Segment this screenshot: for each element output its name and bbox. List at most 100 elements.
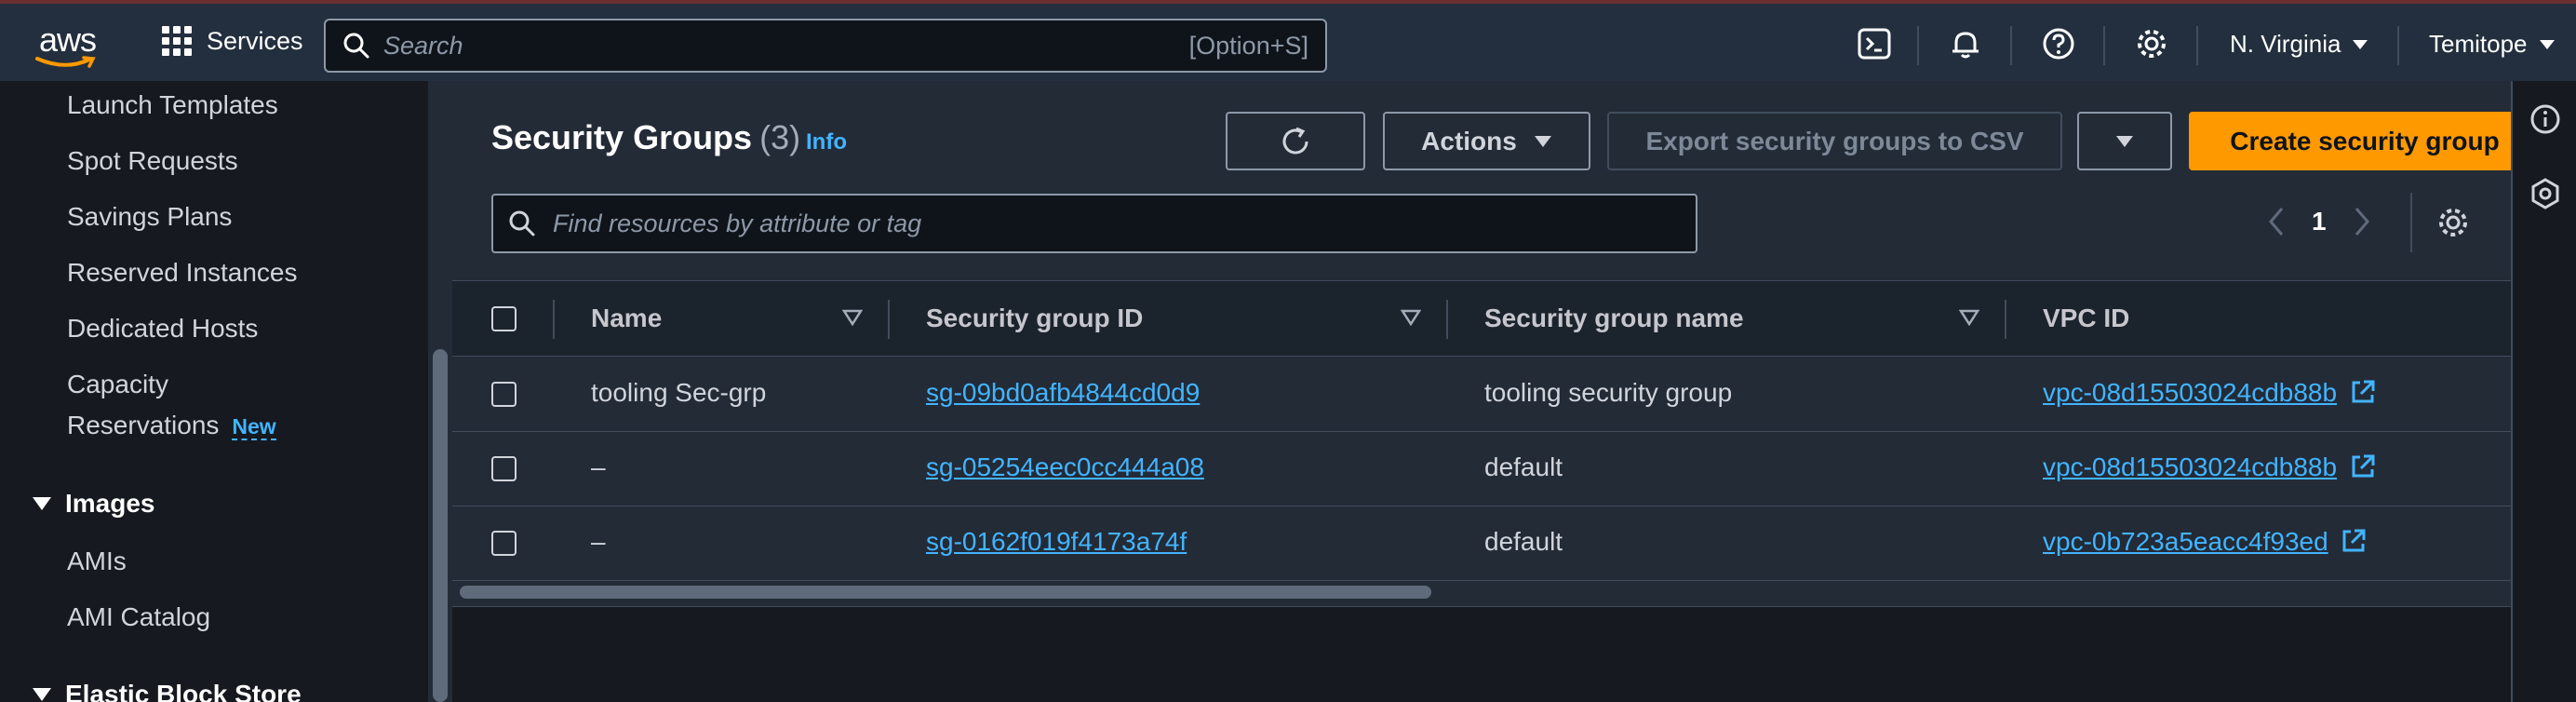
table-row[interactable]: – sg-05254eec0cc444a08 default vpc-08d15… (452, 432, 2511, 506)
export-csv-button[interactable]: Export security groups to CSV (1607, 112, 2062, 170)
sidebar-item-dedicated-hosts[interactable]: Dedicated Hosts (67, 314, 258, 344)
external-link-icon[interactable] (2341, 528, 2367, 554)
info-panel-icon[interactable] (2529, 103, 2561, 140)
main-content: Security Groups (3) Info Actions Export s… (452, 81, 2541, 702)
actions-label: Actions (1421, 126, 1517, 155)
row-checkbox[interactable] (491, 456, 517, 481)
column-header-vpc-id[interactable]: VPC ID (2043, 304, 2129, 333)
region-label: N. Virginia (2230, 30, 2341, 58)
sidebar-item-savings-plans[interactable]: Savings Plans (67, 202, 232, 232)
aws-logo-text: aws (39, 20, 97, 59)
section-label: Elastic Block Store (65, 680, 302, 702)
sort-icon[interactable] (1401, 309, 1421, 326)
sidebar-section-elastic-block-store[interactable]: Elastic Block Store (32, 680, 302, 702)
filter-placeholder: Find resources by attribute or tag (553, 209, 922, 237)
column-header-security-group-id[interactable]: Security group ID (926, 304, 1143, 333)
sort-icon[interactable] (1959, 309, 1979, 326)
external-link-icon[interactable] (2350, 453, 2376, 479)
sidebar-item-ami-catalog[interactable]: AMI Catalog (67, 602, 210, 632)
new-badge: New (232, 414, 276, 440)
cell-security-group-name: tooling security group (1484, 378, 1733, 407)
security-group-id-link[interactable]: sg-09bd0afb4844cd0d9 (926, 378, 1200, 408)
vpc-id-cell: vpc-08d15503024cdb88b (2043, 452, 2376, 482)
refresh-icon (1282, 127, 1308, 154)
cloudshell-icon[interactable] (1857, 26, 1892, 66)
sidebar-item-amis[interactable]: AMIs (67, 547, 127, 576)
external-link-icon[interactable] (2350, 379, 2376, 405)
sidebar-item-reserved-instances[interactable]: Reserved Instances (67, 258, 297, 288)
table-header: Name Security group ID Security group na… (452, 280, 2511, 357)
vpc-id-link[interactable]: vpc-08d15503024cdb88b (2043, 452, 2337, 481)
cell-name: – (591, 452, 606, 481)
cell-name: tooling Sec-grp (591, 378, 767, 407)
cell-security-group-name: default (1484, 527, 1563, 556)
chevron-left-icon[interactable] (2267, 206, 2286, 237)
search-icon (509, 210, 535, 236)
sidebar-section-images[interactable]: Images (32, 489, 155, 519)
create-security-group-button[interactable]: Create security group (2189, 112, 2541, 170)
right-utility-rail (2511, 81, 2576, 702)
user-menu[interactable]: Temitope (2429, 30, 2556, 59)
sidebar-item-capacity[interactable]: Capacity (67, 370, 168, 399)
caret-down-icon (2353, 39, 2368, 49)
caret-down-icon (33, 497, 51, 510)
notifications-bell-icon[interactable] (1948, 26, 1983, 66)
search-shortcut: [Option+S] (1188, 31, 1308, 60)
feedback-hexagon-icon[interactable] (2529, 178, 2561, 214)
search-icon (343, 33, 369, 59)
page-title-text: Security Groups (491, 118, 753, 156)
refresh-button[interactable] (1226, 112, 1365, 170)
table-preferences-gear-icon[interactable] (2435, 205, 2471, 245)
caret-down-icon (33, 688, 51, 701)
export-dropdown-button[interactable] (2077, 112, 2172, 170)
sidebar-item-label: Reservations (67, 411, 220, 439)
sidebar-item-spot-requests[interactable]: Spot Requests (67, 146, 238, 176)
sidebar: Launch Templates Spot Requests Savings P… (0, 81, 428, 702)
top-navigation: aws Services Search [Option+S] N. Virgin… (0, 0, 2576, 81)
services-label: Services (207, 26, 303, 55)
actions-button[interactable]: Actions (1383, 112, 1590, 170)
cell-security-group-name: default (1484, 452, 1563, 481)
security-group-id-link[interactable]: sg-05254eec0cc444a08 (926, 452, 1204, 482)
info-link[interactable]: Info (806, 129, 847, 155)
sidebar-scrollbar[interactable] (428, 81, 452, 702)
search-placeholder: Search (383, 31, 463, 60)
row-checkbox[interactable] (491, 382, 517, 407)
caret-down-icon (2116, 135, 2133, 147)
security-group-id-link[interactable]: sg-0162f019f4173a74f (926, 527, 1187, 557)
table-horizontal-scrollbar[interactable] (460, 586, 1431, 599)
cell-name: – (591, 527, 606, 556)
user-label: Temitope (2429, 30, 2528, 58)
page-title: Security Groups (3) (491, 118, 800, 157)
select-all-checkbox[interactable] (491, 306, 517, 331)
aws-logo[interactable]: aws (35, 20, 110, 68)
help-icon[interactable] (2041, 26, 2076, 66)
section-label: Images (65, 489, 155, 518)
filter-input[interactable]: Find resources by attribute or tag (491, 194, 1697, 253)
vpc-id-link[interactable]: vpc-08d15503024cdb88b (2043, 378, 2337, 407)
sidebar-item-capacity-reservations[interactable]: Reservations New (67, 411, 276, 440)
sidebar-item-launch-templates[interactable]: Launch Templates (67, 90, 278, 120)
item-count: (3) (759, 118, 801, 156)
column-header-name[interactable]: Name (591, 304, 662, 333)
sort-icon[interactable] (842, 309, 863, 326)
vpc-id-link[interactable]: vpc-0b723a5eacc4f93ed (2043, 527, 2328, 556)
services-menu-button[interactable]: Services (162, 26, 303, 56)
security-groups-panel: Security Groups (3) Info Actions Export s… (452, 81, 2541, 607)
pagination: 1 (2267, 206, 2371, 237)
caret-down-icon (1534, 135, 1551, 147)
table-row[interactable]: tooling Sec-grp sg-09bd0afb4844cd0d9 too… (452, 358, 2511, 432)
caret-down-icon (2539, 39, 2555, 49)
chevron-right-icon[interactable] (2353, 206, 2371, 237)
page-number[interactable]: 1 (2312, 207, 2327, 236)
settings-gear-icon[interactable] (2134, 26, 2169, 66)
aws-smile-icon (35, 56, 96, 68)
vpc-id-cell: vpc-0b723a5eacc4f93ed (2043, 527, 2367, 557)
row-checkbox[interactable] (491, 531, 517, 556)
table-row[interactable]: – sg-0162f019f4173a74f default vpc-0b723… (452, 506, 2511, 581)
vpc-id-cell: vpc-08d15503024cdb88b (2043, 378, 2376, 408)
global-search-input[interactable]: Search [Option+S] (324, 19, 1327, 73)
column-header-security-group-name[interactable]: Security group name (1484, 304, 1744, 333)
region-selector[interactable]: N. Virginia (2230, 30, 2368, 59)
sidebar-scrollbar-thumb[interactable] (433, 349, 448, 702)
